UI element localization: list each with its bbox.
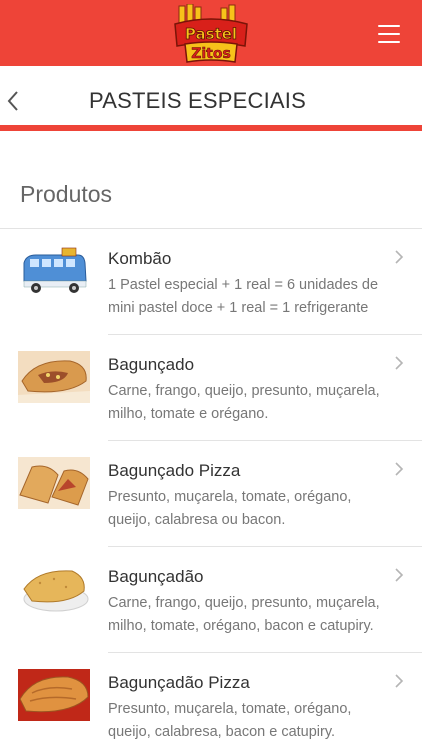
pastel-image <box>18 669 90 721</box>
chevron-right-icon <box>395 250 404 264</box>
product-description: Presunto, muçarela, tomate, orégano, que… <box>108 701 352 740</box>
chevron-right-icon <box>395 568 404 582</box>
chevron-left-icon[interactable] <box>6 90 20 112</box>
logo-text-line1: Pastel <box>185 25 237 43</box>
pastelzitos-logo[interactable]: Pastel Zitos <box>165 4 257 66</box>
list-item[interactable]: Bagunçadão Carne, frango, queijo, presun… <box>0 547 422 653</box>
product-name: Bagunçado <box>108 355 195 374</box>
product-description: Carne, frango, queijo, presunto, muçarel… <box>108 595 380 634</box>
product-description: Presunto, muçarela, tomate, orégano, que… <box>108 489 352 528</box>
pastel-image <box>18 351 90 403</box>
chevron-right-icon <box>395 356 404 370</box>
product-list: Kombão 1 Pastel especial + 1 real = 6 un… <box>0 229 422 750</box>
title-bar: PASTEIS ESPECIAIS <box>0 66 422 125</box>
title-accent-bar <box>0 125 422 131</box>
pastel-plate-image <box>18 563 90 615</box>
kombi-van-image <box>18 245 90 297</box>
menu-bar <box>378 25 400 27</box>
list-item[interactable]: Bagunçado Carne, frango, queijo, presunt… <box>0 335 422 441</box>
product-name: Kombão <box>108 249 172 268</box>
page-title: PASTEIS ESPECIAIS <box>89 88 306 113</box>
pastel-image <box>18 457 90 509</box>
chevron-right-icon <box>395 674 404 688</box>
app-header: Pastel Zitos <box>0 0 422 66</box>
menu-bar <box>378 33 400 35</box>
list-item[interactable]: Bagunçadão Pizza Presunto, muçarela, tom… <box>0 653 422 750</box>
product-description: 1 Pastel especial + 1 real = 6 unidades … <box>108 277 379 316</box>
product-name: Bagunçadão Pizza <box>108 673 250 692</box>
product-name: Bagunçado Pizza <box>108 461 241 480</box>
menu-bar <box>378 41 400 43</box>
chevron-right-icon <box>395 462 404 476</box>
product-name: Bagunçadão <box>108 567 204 586</box>
product-description: Carne, frango, queijo, presunto, muçarel… <box>108 383 380 422</box>
section-title: Produtos <box>20 181 113 207</box>
list-item[interactable]: Bagunçado Pizza Presunto, muçarela, toma… <box>0 441 422 547</box>
hamburger-icon[interactable] <box>374 22 404 46</box>
logo-text-line2: Zitos <box>191 46 231 62</box>
list-item[interactable]: Kombão 1 Pastel especial + 1 real = 6 un… <box>0 229 422 335</box>
